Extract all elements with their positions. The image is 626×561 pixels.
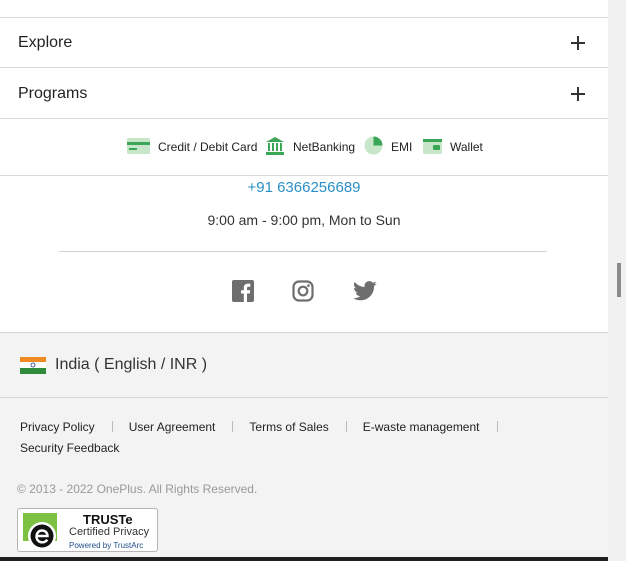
region-selector[interactable]: India ( English / INR ) [20, 356, 207, 374]
truste-powered: Powered by TrustArc [69, 541, 144, 550]
bank-icon [265, 136, 285, 159]
facebook-icon[interactable] [232, 280, 254, 302]
accordion-programs[interactable]: Programs [0, 69, 608, 119]
truste-seal-icon [23, 513, 57, 550]
link-separator [345, 421, 347, 432]
window-edge [0, 557, 608, 561]
accordion-explore-label: Explore [18, 34, 73, 51]
payment-emi-label: EMI [391, 140, 413, 154]
accordion-explore[interactable]: Explore [0, 18, 608, 68]
payment-card: Credit / Debit Card [127, 137, 257, 157]
link-separator [232, 421, 234, 432]
scrollbar-thumb[interactable] [617, 263, 621, 297]
payment-netbanking-label: NetBanking [293, 140, 356, 154]
contact-hours: 9:00 am - 9:00 pm, Mon to Sun [207, 212, 401, 228]
footer-links: Privacy Policy User Agreement Terms of Sal… [20, 417, 580, 459]
truste-badge[interactable]: TRUSTe Certified Privacy Powered by Trus… [17, 508, 158, 552]
plus-icon[interactable] [571, 87, 585, 101]
copyright-text: © 2013 - 2022 OnePlus. All Rights Reserv… [17, 482, 258, 496]
privacy-policy-link[interactable]: Privacy Policy [20, 417, 95, 438]
payment-methods: Credit / Debit Card NetBanking EMI Walle… [0, 120, 608, 176]
ewaste-management-link[interactable]: E-waste management [363, 417, 480, 438]
accordion-programs-label: Programs [18, 85, 88, 102]
payment-emi: EMI [364, 136, 413, 158]
link-separator [111, 421, 113, 432]
truste-subtitle: Certified Privacy [69, 526, 150, 538]
terms-of-sales-link[interactable]: Terms of Sales [249, 417, 328, 438]
security-feedback-link[interactable]: Security Feedback [20, 438, 119, 459]
twitter-icon[interactable] [353, 280, 377, 302]
user-agreement-link[interactable]: User Agreement [129, 417, 216, 438]
payment-card-label: Credit / Debit Card [158, 140, 258, 154]
india-flag-icon [20, 356, 46, 374]
payment-wallet: Wallet [423, 137, 483, 157]
payment-wallet-label: Wallet [450, 140, 483, 154]
payment-netbanking: NetBanking [265, 136, 356, 159]
credit-card-icon [127, 137, 150, 157]
divider [0, 397, 608, 398]
instagram-icon[interactable] [292, 280, 314, 302]
footer-bottom: India ( English / INR ) Privacy Policy Us… [0, 332, 608, 557]
footer-page: Explore Programs Credit / Debit Card Net… [0, 0, 608, 557]
divider [59, 251, 547, 252]
wallet-icon [423, 138, 442, 157]
link-separator [496, 421, 498, 432]
contact-phone-link[interactable]: +91 6366256689 [0, 179, 608, 196]
truste-title: TRUSTe [83, 512, 133, 527]
region-label: India ( English / INR ) [55, 356, 208, 373]
pie-chart-icon [364, 136, 383, 158]
plus-icon[interactable] [571, 36, 585, 50]
